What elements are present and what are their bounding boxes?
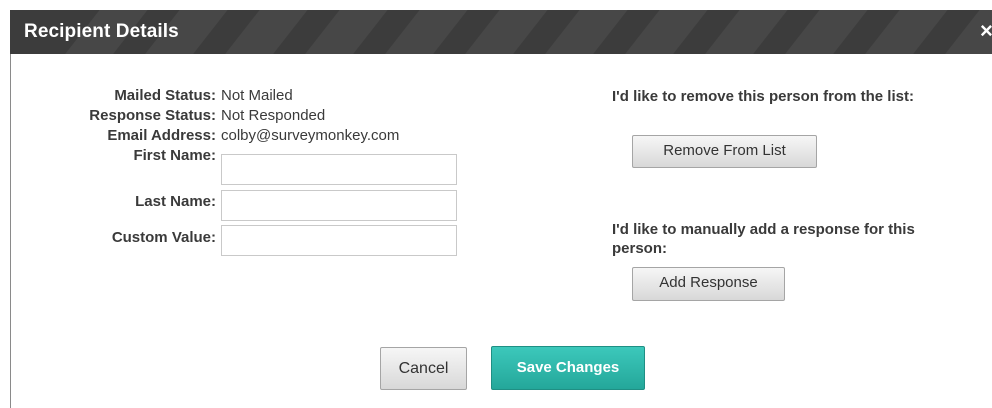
email-address-value: colby@surveymonkey.com xyxy=(221,127,400,144)
dialog-border xyxy=(10,54,11,408)
titlebar-stripe xyxy=(212,10,316,54)
titlebar-stripe xyxy=(292,10,396,54)
last-name-label: Last Name: xyxy=(135,193,216,210)
dialog-titlebar: Recipient Details × xyxy=(10,10,992,54)
cancel-button[interactable]: Cancel xyxy=(380,347,467,390)
email-address-label: Email Address: xyxy=(107,127,216,144)
titlebar-stripe xyxy=(372,10,476,54)
mailed-status-value: Not Mailed xyxy=(221,87,293,104)
custom-value-field[interactable] xyxy=(221,225,457,256)
last-name-field[interactable] xyxy=(221,190,457,221)
save-changes-button[interactable]: Save Changes xyxy=(491,346,645,390)
titlebar-stripe xyxy=(532,10,636,54)
dialog-title: Recipient Details xyxy=(24,21,179,42)
titlebar-stripe xyxy=(612,10,716,54)
first-name-field[interactable] xyxy=(221,154,457,185)
response-status-label: Response Status: xyxy=(89,107,216,124)
recipient-details-dialog: Recipient Details × Mailed Status: Not M… xyxy=(0,0,992,408)
first-name-label: First Name: xyxy=(133,147,216,164)
titlebar-stripe xyxy=(852,10,956,54)
add-response-note: I'd like to manually add a response for … xyxy=(612,221,915,257)
titlebar-stripe xyxy=(692,10,796,54)
titlebar-stripe xyxy=(772,10,876,54)
mailed-status-label: Mailed Status: xyxy=(114,87,216,104)
remove-from-list-button[interactable]: Remove From List xyxy=(632,135,817,168)
custom-value-label: Custom Value: xyxy=(111,229,216,246)
remove-note: I'd like to remove this person from the … xyxy=(612,88,914,105)
add-response-button[interactable]: Add Response xyxy=(632,267,785,301)
close-icon[interactable]: × xyxy=(980,18,992,44)
titlebar-stripe xyxy=(452,10,556,54)
response-status-value: Not Responded xyxy=(221,107,326,124)
